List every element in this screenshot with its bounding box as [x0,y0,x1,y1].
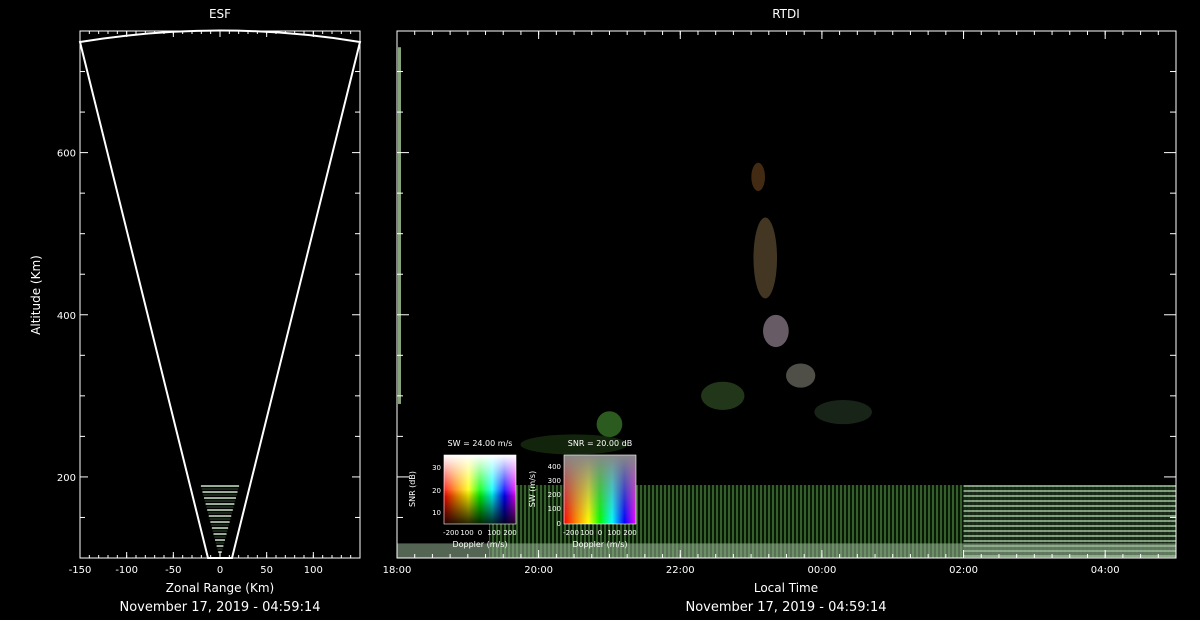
esf-fan-outline [78,29,362,559]
esf-echo-band [208,515,232,518]
rtdi-xtick-label: 18:00 [383,565,412,576]
rtdi-xtick-label: 20:00 [524,565,553,576]
esf-echo-band [207,512,233,515]
esf-ytick-label: 400 [57,311,76,322]
esf-xtick-label: -100 [115,565,138,576]
figure: ESF -150 -100 -50 0 50 100200400600 Zonal Ran… [29,7,1177,615]
esf-echo-band [217,548,223,551]
esf-echo-band [204,497,236,500]
rtdi-plume [596,411,623,438]
sw-key-xlabel: Doppler (m/s) [452,540,507,549]
rtdi-plume [786,363,816,388]
snr-key-ytick: 400 [548,463,561,471]
sw-key-ytick: 30 [432,464,441,472]
snr-key-ytick: 300 [548,477,561,485]
esf-xlabel: Zonal Range (Km) [166,581,274,595]
snr-key-ylabel: SW (m/s) [528,471,537,507]
sw-key-dark [444,455,516,524]
sw-key-xtick: 100 [460,529,473,537]
sw-key-title: SW = 24.00 m/s [448,439,513,448]
sw-key-xtick: 0 [478,529,482,537]
rtdi-plume [814,399,872,425]
snr-key-xtick: 200 [623,529,636,537]
sw-key-xtick: -200 [443,529,459,537]
snr-key-gray [564,455,636,524]
rtdi-xtick-label: 04:00 [1091,565,1120,576]
esf-echo-band [216,545,224,548]
rtdi-plume [701,381,745,410]
rtdi-plume [763,314,789,348]
snr-key-title: SNR = 20.00 dB [568,439,632,448]
snr-key-xtick: -200 [563,529,579,537]
esf-echo-band [212,530,228,533]
esf-title: ESF [209,7,231,21]
esf-ylabel: Altitude (Km) [29,255,43,335]
esf-echo-band [200,485,240,488]
snr-key-xtick: 100 [607,529,620,537]
esf-echo-band [209,518,231,521]
esf-echo-band [207,509,233,512]
snr-key-xtick: 0 [598,529,602,537]
esf-echo-band [202,491,238,494]
snr-key-ytick: 100 [548,505,561,513]
esf-echo-band [211,527,229,530]
esf-ytick-label: 600 [57,149,76,160]
rtdi-start-strip [398,47,401,404]
rtdi-timestamp: November 17, 2019 - 04:59:14 [686,600,887,615]
esf-echo-band [213,533,227,536]
rtdi-xtick-label: 00:00 [807,565,836,576]
esf-frame [79,30,361,559]
esf-ytick-label: 200 [57,473,76,484]
esf-echo-band [211,524,229,527]
rtdi-xlabel: Local Time [754,581,818,595]
rtdi-xtick-label: 02:00 [949,565,978,576]
snr-key-xlabel: Doppler (m/s) [572,540,627,549]
sw-key-ylabel: SNR (dB) [408,471,417,507]
rtdi-plume [753,217,778,299]
esf-xtick-label: 100 [304,565,323,576]
snr-key-ytick: 200 [548,491,561,499]
rtdi-plume [751,162,766,192]
esf-echo-band [214,536,226,539]
sw-key-ytick: 10 [432,509,441,517]
sw-key-xtick: 200 [503,529,516,537]
snr-key-xtick: 100 [580,529,593,537]
sw-key-xtick: 100 [487,529,500,537]
esf-xtick-label: 50 [260,565,273,576]
esf-echo-band [215,539,225,542]
esf-echo [200,485,240,558]
esf-xtick-label: 0 [217,565,223,576]
esf-panel: ESF -150 -100 -50 0 50 100 200 400 600 Zonal Ran… [29,7,362,615]
sw-key-ytick: 20 [432,487,441,495]
rtdi-xtick-label: 22:00 [666,565,695,576]
sw-color-key: SW = 24.00 m/s SNR (dB) 30 20 10 -200 10… [408,439,517,549]
esf-echo-band [215,542,225,545]
esf-xtick-label: -50 [165,565,181,576]
esf-timestamp: November 17, 2019 - 04:59:14 [120,600,321,615]
rtdi-panel: RTDI 18:00 20:00 22:00 00:00 02:00 04:00 Loca… [383,7,1177,615]
esf-echo-band [204,500,236,503]
esf-xtick-label: -150 [69,565,92,576]
esf-echo-band [206,506,234,509]
rtdi-title: RTDI [772,7,800,21]
esf-echo-band [210,521,230,524]
snr-key-ytick: 0 [557,520,561,528]
esf-echo-band [205,503,235,506]
esf-echo-band [201,488,239,491]
esf-echo-band [203,494,237,497]
